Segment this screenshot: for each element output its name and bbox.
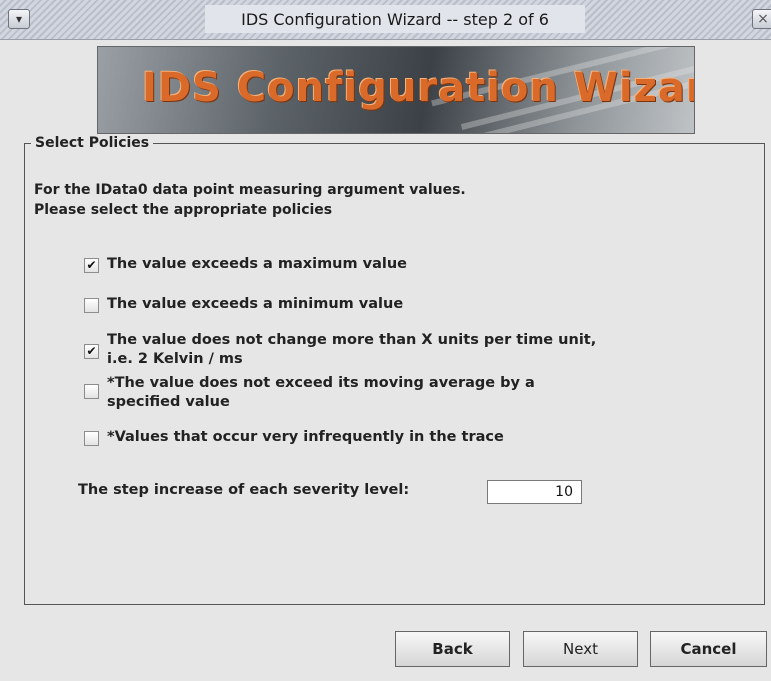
group-legend: Select Policies [35, 135, 150, 151]
next-button[interactable]: Next [523, 631, 638, 667]
cancel-button[interactable]: Cancel [650, 631, 767, 667]
intro-line-2: Please select the appropriate policies [34, 202, 333, 218]
policy-checkbox-max[interactable]: ✔ The value exceeds a maximum value [84, 255, 607, 274]
policy-checkbox-min[interactable]: The value exceeds a minimum value [84, 295, 607, 314]
close-icon: × [757, 11, 769, 27]
checkbox[interactable]: ✔ [84, 258, 99, 273]
severity-step-input[interactable] [487, 480, 582, 504]
policy-checkbox-rate[interactable]: ✔ The value does not change more than X … [84, 331, 607, 369]
checkmark-icon: ✔ [86, 344, 97, 358]
policy-label: *The value does not exceed its moving av… [107, 375, 535, 410]
title-bar: ▾ IDS Configuration Wizard -- step 2 of … [0, 0, 771, 40]
banner-logo-text: IDS Configuration Wizard [142, 65, 695, 111]
intro-text: For the IData0 data point measuring argu… [34, 180, 466, 220]
intro-line-1: For the IData0 data point measuring argu… [34, 182, 466, 198]
window-menu-button[interactable]: ▾ [8, 9, 30, 29]
policy-checkbox-moving-average[interactable]: *The value does not exceed its moving av… [84, 374, 607, 412]
checkbox[interactable]: ✔ [84, 344, 99, 359]
close-button[interactable]: × [752, 9, 771, 29]
policy-label: The value exceeds a minimum value [107, 296, 404, 312]
policy-label: The value exceeds a maximum value [107, 256, 408, 272]
policy-checkbox-infrequent[interactable]: *Values that occur very infrequently in … [84, 428, 607, 447]
checkbox[interactable] [84, 431, 99, 446]
checkbox[interactable] [84, 384, 99, 399]
policy-label: *Values that occur very infrequently in … [107, 429, 504, 445]
severity-step-label: The step increase of each severity level… [78, 482, 410, 498]
back-button[interactable]: Back [395, 631, 510, 667]
chevron-down-icon: ▾ [15, 12, 23, 26]
checkmark-icon: ✔ [86, 258, 97, 272]
wizard-banner: IDS Configuration Wizard [97, 46, 695, 134]
window-title: IDS Configuration Wizard -- step 2 of 6 [205, 5, 585, 33]
checkbox[interactable] [84, 298, 99, 313]
policy-label: The value does not change more than X un… [107, 332, 597, 367]
